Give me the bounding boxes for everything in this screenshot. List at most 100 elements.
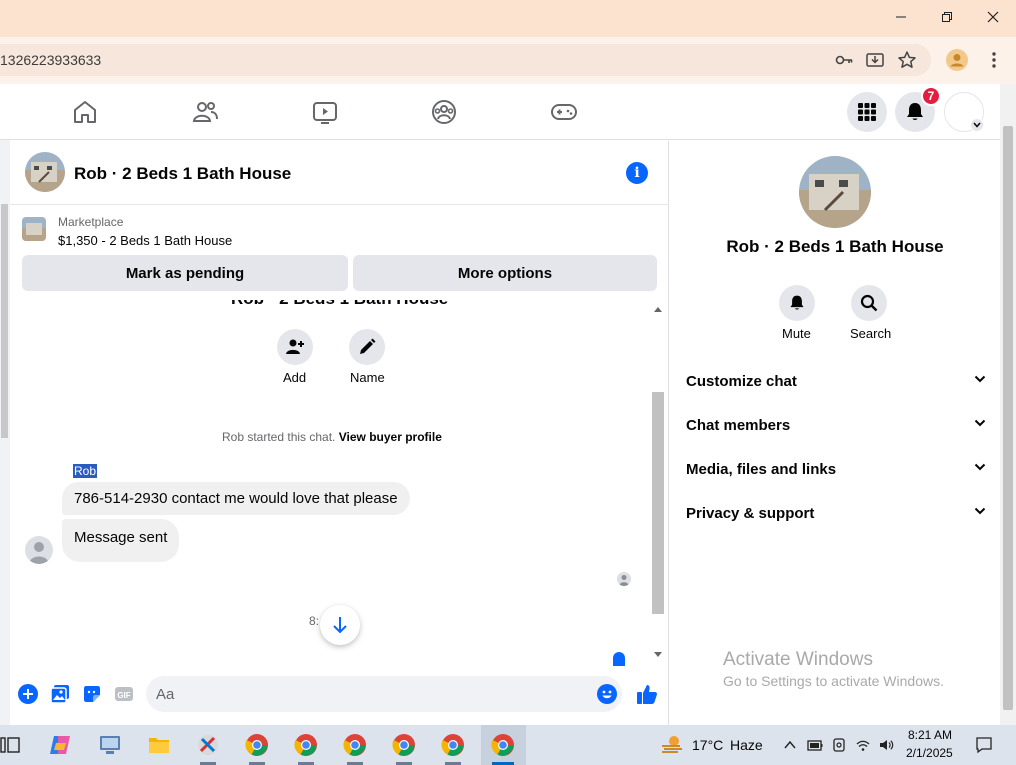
profile-avatar-icon[interactable] [946,49,968,71]
weather-temperature[interactable]: 17°C [692,737,723,753]
left-scroll-strip[interactable] [0,140,10,725]
section-label: Media, files and links [686,460,837,478]
chrome-icon[interactable] [343,733,367,757]
video-icon[interactable] [311,98,339,126]
add-person-icon [286,339,304,354]
message-composer: GIF [10,675,669,715]
gif-icon[interactable]: GIF [114,684,134,704]
weather-condition[interactable]: Haze [730,737,763,753]
scroll-to-bottom-button[interactable] [320,605,360,645]
menu-button[interactable] [847,92,887,132]
marketplace-listing-row[interactable]: Marketplace $1,350 - 2 Beds 1 Bath House [10,206,669,254]
sticker-icon[interactable] [82,684,102,704]
notification-center-icon[interactable] [975,736,993,754]
url-text[interactable]: 1326223933633 [0,52,101,68]
details-avatar[interactable] [799,156,871,228]
weather-haze-icon[interactable] [660,733,684,757]
scroll-up-arrow-icon[interactable] [654,306,662,312]
chevron-down-icon [974,419,986,427]
minimize-button[interactable] [878,0,924,34]
conversation-scrollbar[interactable] [651,300,665,666]
address-bar-row: 1326223933633 [0,37,1016,84]
conversation-scroll-thumb[interactable] [652,392,664,614]
plus-icon[interactable] [18,684,38,704]
message-bubble[interactable]: Message sent [62,519,180,562]
activate-windows-subtitle: Go to Settings to activate Windows. [723,673,944,689]
clock-time[interactable]: 8:21 AM [908,728,952,742]
bell-icon [790,295,804,310]
chat-members-section[interactable]: Chat members [686,405,986,445]
account-menu-chevron[interactable] [970,118,984,132]
bookmark-star-icon[interactable] [897,50,917,70]
page-scrollbar-thumb[interactable] [1003,126,1013,710]
browser-menu-icon[interactable] [986,51,1002,69]
groups-icon[interactable] [430,98,458,126]
privacy-support-section[interactable]: Privacy & support [686,493,986,533]
apps-grid-icon [858,103,876,121]
mute-button[interactable] [779,285,815,321]
listing-price-title: $1,350 - 2 Beds 1 Bath House [58,233,233,248]
scroll-down-arrow-icon[interactable] [654,652,662,658]
seen-indicator [617,572,631,586]
chevron-down-icon [974,375,986,383]
home-icon[interactable] [71,98,99,126]
add-label: Add [283,370,307,385]
close-window-button[interactable] [970,0,1016,34]
wifi-icon[interactable] [855,737,871,753]
media-files-links-section[interactable]: Media, files and links [686,449,986,489]
chat-avatar[interactable] [25,152,65,192]
restore-icon [942,12,952,22]
message-bubble[interactable]: 786-514-2930 contact me would love that … [62,482,410,515]
clock-date[interactable]: 2/1/2025 [906,746,953,760]
info-icon[interactable]: i [626,162,648,184]
chrome-icon[interactable] [441,733,465,757]
chevron-up-icon[interactable] [782,737,798,753]
pencil-icon [360,338,376,354]
name-chat-button[interactable] [349,329,385,365]
copilot-icon[interactable] [48,733,72,757]
section-label: Chat members [686,416,791,434]
browser-title-bar [0,0,1016,37]
friends-icon[interactable] [191,98,219,126]
mark-as-pending-button[interactable]: Mark as pending [22,255,348,291]
listing-thumbnail [22,217,46,241]
view-buyer-profile-link[interactable]: View buyer profile [339,430,442,444]
close-icon [987,11,999,23]
add-people-button[interactable] [277,329,313,365]
more-options-button[interactable]: More options [353,255,657,291]
chrome-icon[interactable] [491,733,515,757]
listing-photo-icon [25,152,65,192]
search-label: Search [850,326,892,341]
chrome-icon[interactable] [245,733,269,757]
task-view-icon[interactable] [0,735,20,755]
key-icon[interactable] [834,50,854,70]
notification-badge: 7 [921,86,941,106]
remote-desktop-icon[interactable] [98,733,122,757]
restore-button[interactable] [924,0,970,34]
page-scrollbar[interactable] [1000,84,1016,725]
photo-icon[interactable] [50,684,70,704]
sender-avatar[interactable] [25,536,53,564]
default-user-icon [29,542,49,564]
timestamp: 8: [309,614,320,628]
chat-started-notice: Rob started this chat. View buyer profil… [222,430,442,444]
search-conversation-button[interactable] [851,285,887,321]
emoji-icon[interactable] [597,684,617,704]
typing-indicator [613,652,625,666]
conversation-area: Rob · 2 Beds 1 Bath House Add Name Rob s… [10,300,669,666]
message-input[interactable] [146,676,622,712]
bell-icon [907,103,923,120]
left-scroll-thumb[interactable] [1,204,8,438]
omnibox[interactable]: 1326223933633 [0,44,931,76]
snipping-tool-icon[interactable] [196,733,220,757]
gaming-icon[interactable] [550,98,578,126]
volume-icon[interactable] [878,737,894,753]
install-app-icon[interactable] [865,50,885,70]
chrome-icon[interactable] [294,733,318,757]
file-explorer-icon[interactable] [147,733,171,757]
thumbs-up-icon[interactable] [636,683,658,705]
pen-icon[interactable] [831,737,847,753]
customize-chat-section[interactable]: Customize chat [686,361,986,401]
battery-icon[interactable] [807,737,823,753]
chrome-icon[interactable] [392,733,416,757]
